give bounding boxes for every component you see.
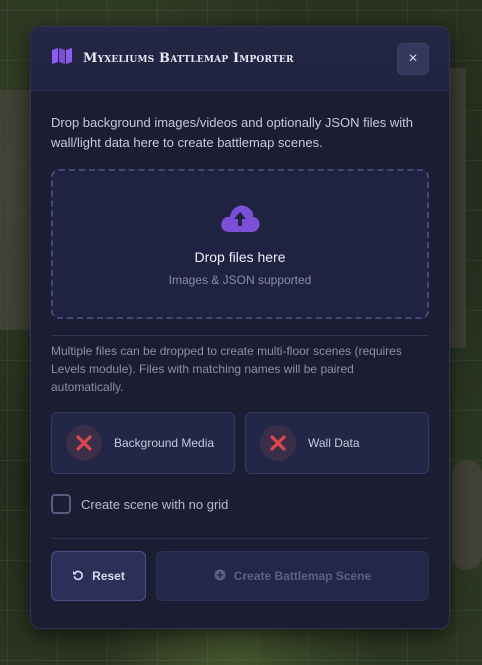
no-grid-checkbox[interactable] [51, 494, 71, 514]
close-icon: × [408, 49, 418, 67]
map-prop [0, 90, 30, 330]
reset-button[interactable]: Reset [51, 551, 146, 601]
dialog-footer: Reset Create Battlemap Scene [51, 551, 429, 601]
footer-divider [51, 538, 429, 539]
file-status-row: Background Media Wall Data [51, 412, 429, 474]
dialog-title: Myxeliums Battlemap Importer [83, 51, 294, 66]
close-button[interactable]: × [397, 42, 429, 75]
map-prop [450, 68, 466, 348]
dialog-header[interactable]: Myxeliums Battlemap Importer × [31, 27, 449, 91]
status-label: Background Media [114, 436, 215, 450]
no-grid-label: Create scene with no grid [81, 496, 229, 512]
no-grid-option[interactable]: Create scene with no grid [51, 494, 429, 514]
dropzone-subtitle: Images & JSON supported [168, 272, 312, 287]
status-label: Wall Data [308, 436, 360, 450]
multi-floor-hint: Multiple files can be dropped to create … [51, 344, 402, 394]
file-dropzone[interactable]: Drop files here Images & JSON supported [51, 169, 429, 319]
section-divider [51, 335, 429, 336]
plus-circle-icon [214, 569, 226, 584]
x-mark-icon [260, 425, 296, 461]
cloud-upload-icon [219, 202, 261, 239]
map-icon [51, 47, 73, 70]
map-prop [452, 460, 482, 570]
undo-icon [72, 569, 84, 584]
create-battlemap-scene-button[interactable]: Create Battlemap Scene [156, 551, 429, 601]
dropzone-title: Drop files here [194, 248, 286, 265]
intro-text: Drop background images/videos and option… [51, 115, 414, 150]
importer-dialog: Myxeliums Battlemap Importer × Drop back… [30, 26, 450, 629]
reset-label: Reset [92, 569, 125, 583]
x-mark-icon [66, 425, 102, 461]
status-background-media: Background Media [51, 412, 235, 474]
create-label: Create Battlemap Scene [233, 569, 372, 583]
status-wall-data: Wall Data [245, 412, 429, 474]
